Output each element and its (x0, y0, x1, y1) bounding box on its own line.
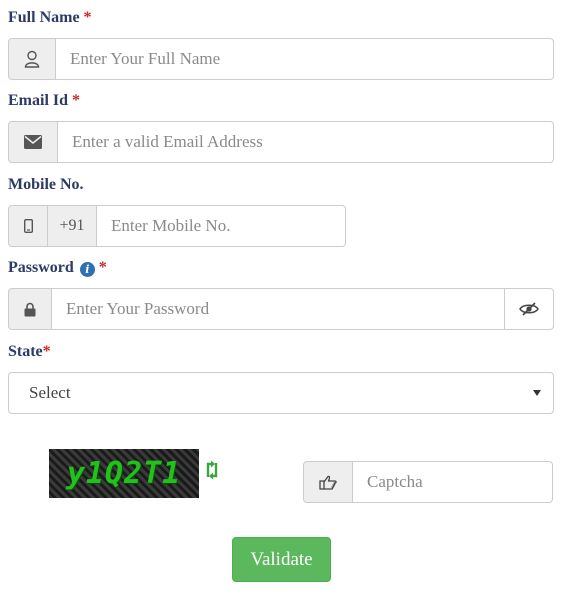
envelope-icon (8, 121, 58, 163)
captcha-image-text: y1Q2T1 (66, 456, 182, 491)
password-label-text: Password (8, 259, 74, 276)
info-circle-icon[interactable]: i (79, 262, 95, 277)
captcha-group (303, 461, 553, 503)
required-mark: * (72, 92, 81, 109)
password-label: Password i * (8, 258, 107, 278)
password-group (8, 288, 554, 330)
password-input[interactable] (52, 288, 504, 330)
full-name-group (8, 38, 554, 80)
full-name-input[interactable] (56, 38, 554, 80)
chevron-down-icon (533, 390, 541, 396)
email-label: Email Id * (8, 91, 80, 111)
state-select-value: Select (29, 383, 71, 402)
full-name-label-text: Full Name (8, 9, 80, 26)
mobile-input[interactable] (97, 205, 346, 247)
hand-pointer-icon (303, 461, 353, 503)
state-label-text: State (8, 343, 43, 360)
required-mark: * (98, 259, 107, 276)
validate-button[interactable]: Validate (232, 537, 331, 582)
captcha-image: y1Q2T1 (49, 449, 199, 498)
mobile-label: Mobile No. (8, 175, 84, 195)
user-icon (8, 38, 56, 80)
required-mark: * (83, 9, 92, 26)
email-group (8, 121, 554, 163)
eye-slash-icon[interactable] (504, 288, 554, 330)
country-code: +91 (48, 205, 97, 247)
required-mark: * (42, 343, 51, 360)
email-label-text: Email Id (8, 92, 69, 109)
state-select[interactable]: Select (8, 372, 554, 414)
mobile-group: +91 (8, 205, 346, 247)
mobile-label-text: Mobile No. (8, 176, 84, 193)
captcha-input[interactable] (353, 461, 553, 503)
refresh-icon[interactable] (203, 459, 221, 481)
lock-icon (8, 288, 52, 330)
email-input[interactable] (58, 121, 554, 163)
state-label: State* (8, 342, 51, 362)
mobile-phone-icon (8, 205, 48, 247)
full-name-label: Full Name * (8, 8, 92, 28)
